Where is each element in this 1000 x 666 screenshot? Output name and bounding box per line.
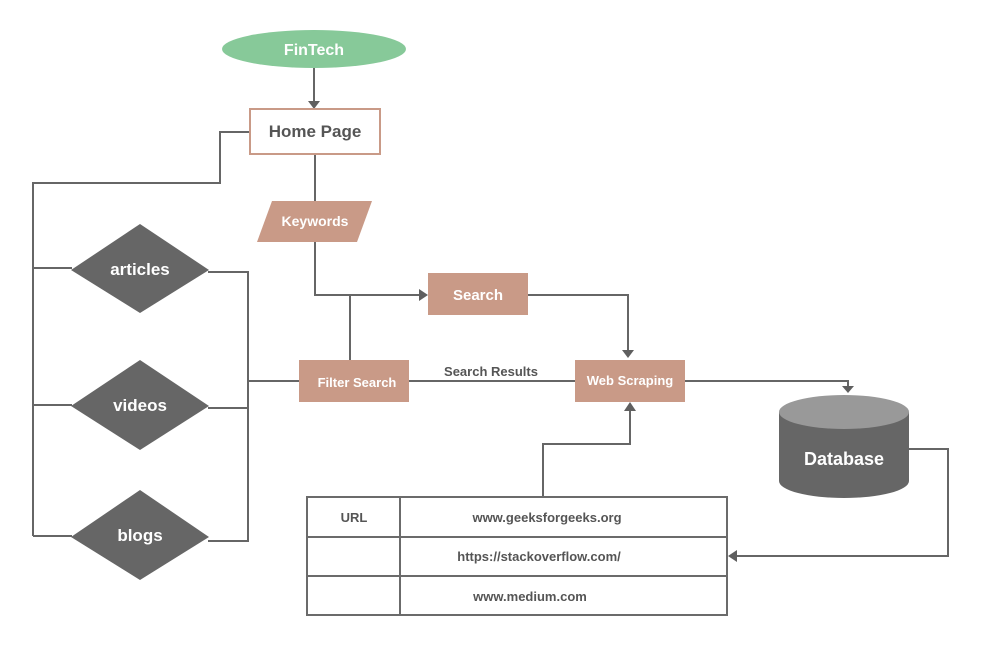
arrow-head (308, 101, 320, 109)
flowchart-canvas: FinTech Home Page Keywords Search Filter… (32, 30, 949, 616)
arrow-head (842, 386, 854, 393)
edge-search-to-webscraping (527, 294, 629, 351)
edge-categories-right-bus (208, 271, 249, 542)
table-row: https://stackoverflow.com/ (457, 549, 621, 564)
node-search[interactable]: Search (428, 273, 528, 315)
node-keywords[interactable]: Keywords (257, 201, 372, 242)
table-header-url: URL (341, 510, 368, 525)
node-label: blogs (117, 526, 162, 545)
edge-homepage-to-categories (32, 131, 250, 536)
table-row: www.geeksforgeeks.org (471, 510, 621, 525)
arrow-head (419, 289, 428, 301)
node-label: Home Page (269, 122, 362, 141)
node-videos[interactable]: videos (71, 360, 209, 450)
node-label: Database (804, 449, 884, 469)
node-label: Search (453, 287, 503, 304)
node-articles[interactable]: articles (71, 224, 209, 313)
table-row: www.medium.com (472, 589, 587, 604)
node-fintech[interactable]: FinTech (222, 30, 406, 68)
arrow-head (624, 402, 636, 411)
node-filter-search[interactable]: Filter Search (299, 360, 409, 402)
arrow-head (622, 350, 634, 358)
node-web-scraping[interactable]: Web Scraping (575, 360, 685, 402)
node-label: videos (113, 396, 167, 415)
node-label: articles (110, 260, 170, 279)
node-home-page[interactable]: Home Page (249, 108, 381, 155)
edge-urltable-to-webscraping (542, 410, 631, 496)
edge-label-search-results: Search Results (444, 364, 538, 379)
edge-webscraping-to-database (684, 380, 849, 387)
url-table: URL www.geeksforgeeks.org https://stacko… (306, 496, 728, 616)
node-label: Filter Search (318, 375, 397, 390)
node-database[interactable]: Database (779, 395, 909, 498)
node-blogs[interactable]: blogs (71, 490, 209, 580)
edge-keywords-to-search (314, 242, 420, 296)
node-label: Web Scraping (587, 373, 674, 388)
arrow-head (728, 550, 737, 562)
node-label: FinTech (284, 42, 344, 59)
node-label: Keywords (282, 213, 349, 229)
cylinder-top (779, 395, 909, 429)
